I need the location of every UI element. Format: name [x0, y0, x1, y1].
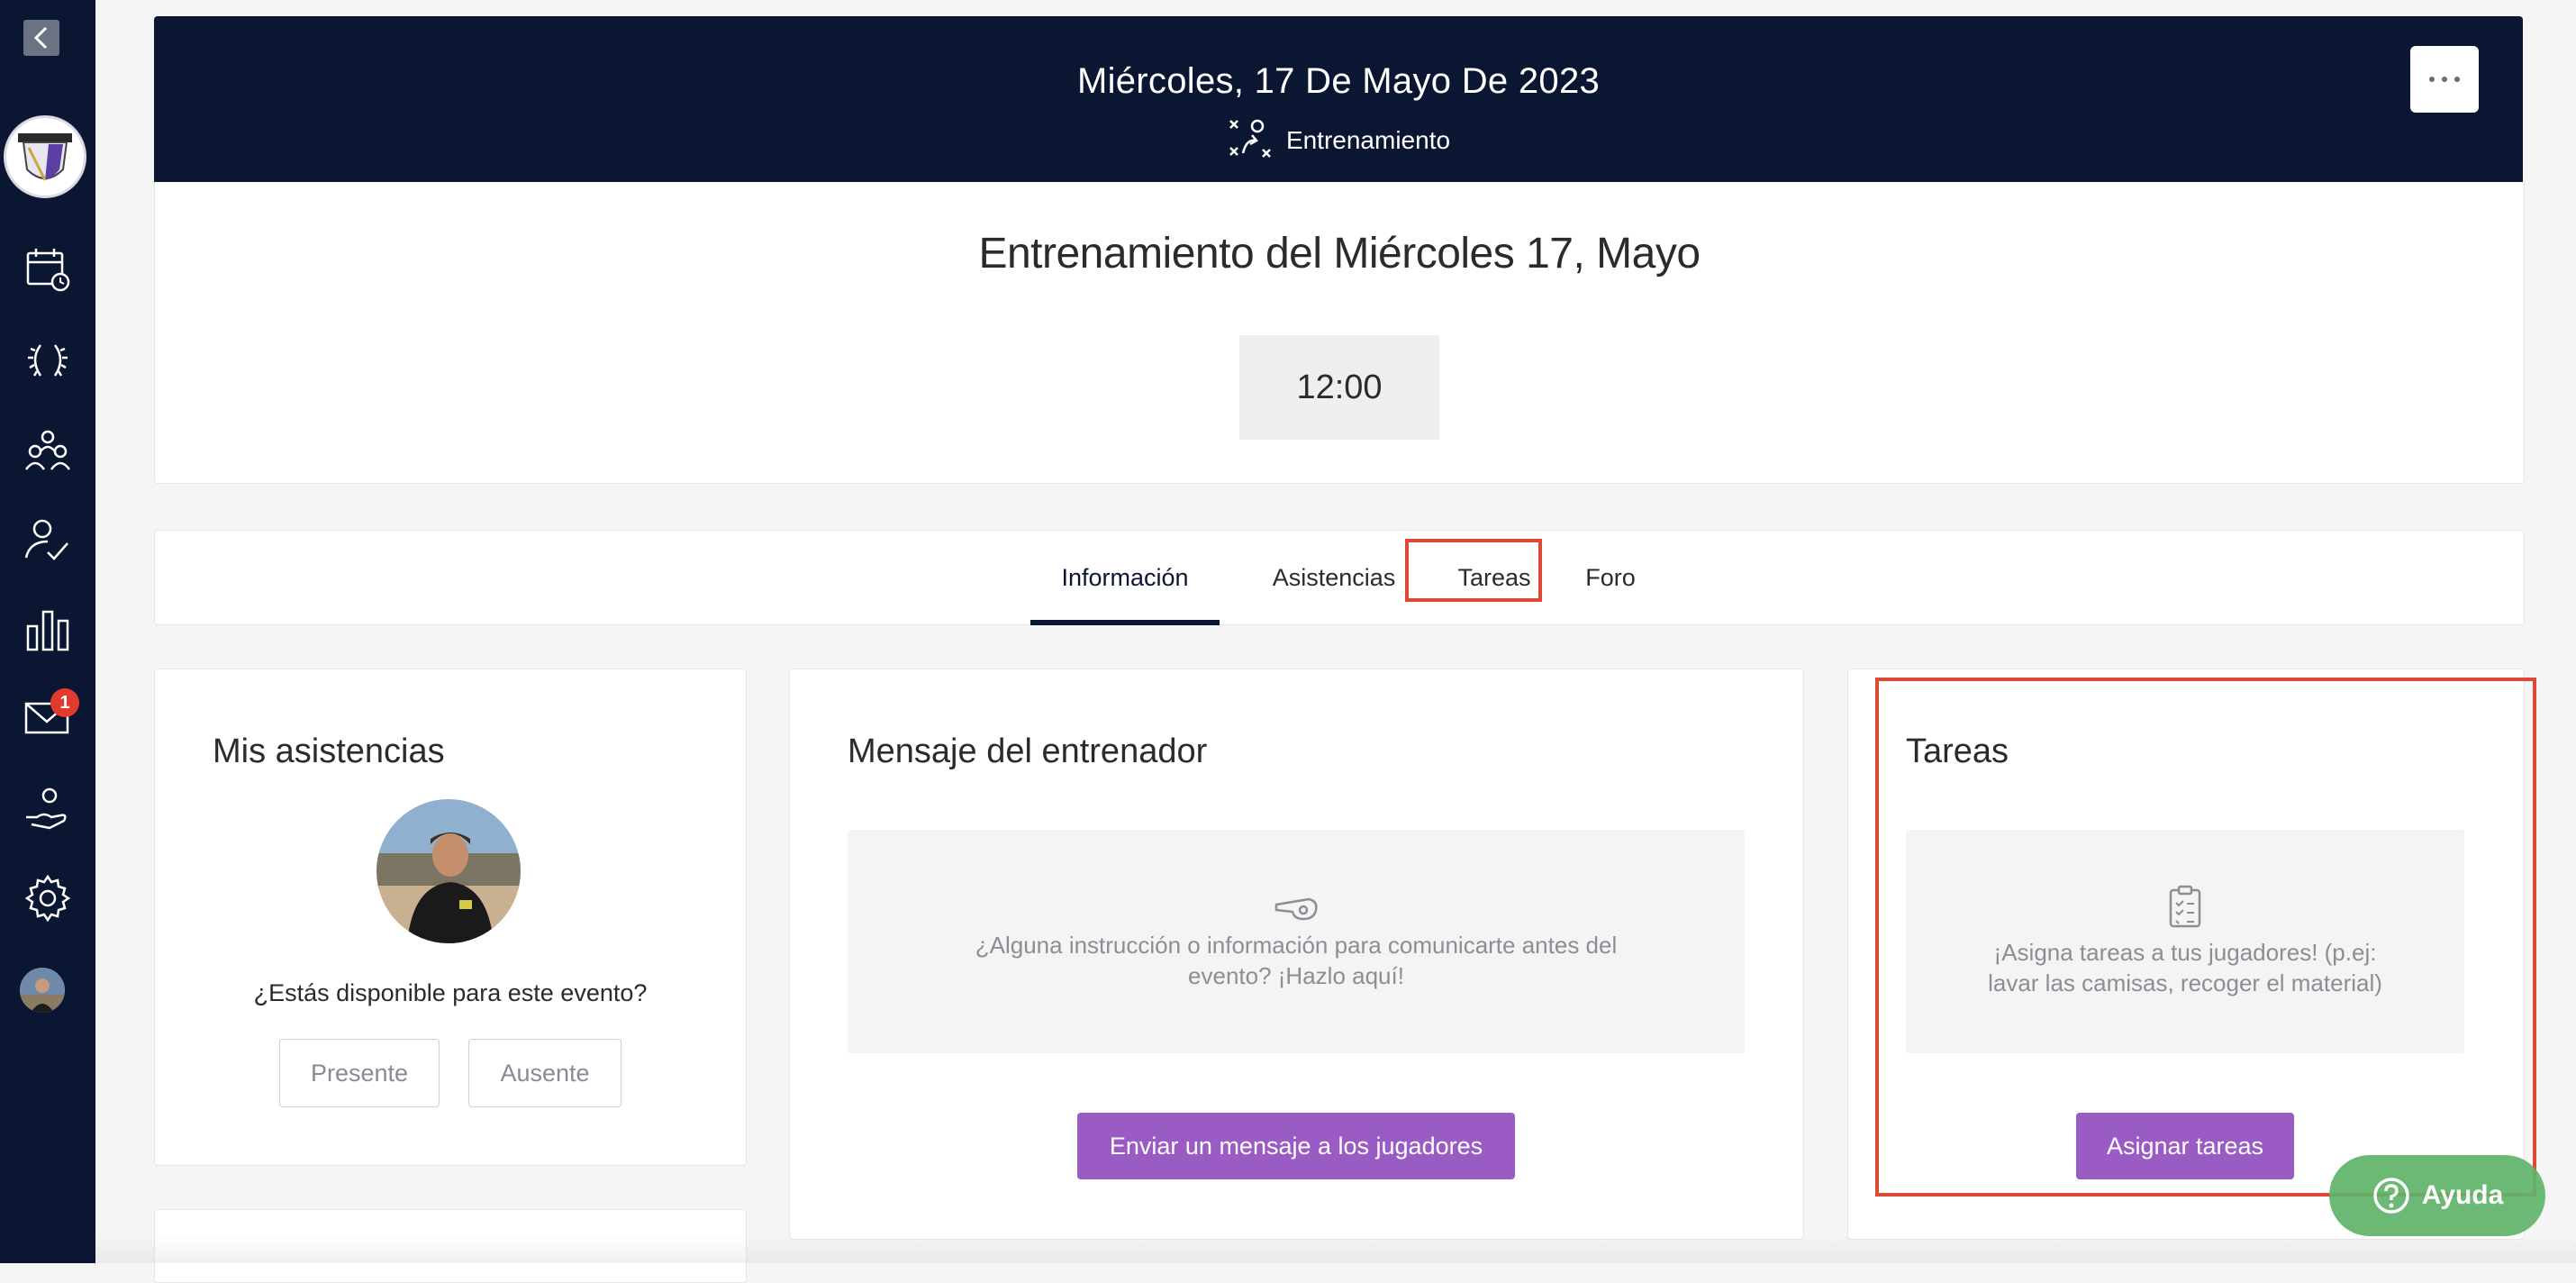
sidebar-item-settings[interactable]	[14, 865, 81, 932]
player-photo	[376, 799, 521, 943]
event-type-label: Entrenamiento	[1285, 126, 1451, 154]
sidebar-item-sponsors[interactable]	[14, 775, 81, 842]
tab-informacion[interactable]: Información	[1030, 531, 1220, 625]
mail-notification-badge: 1	[50, 688, 79, 717]
coach-hint-line-2: evento? ¡Hazlo aquí!	[1188, 962, 1404, 989]
event-type: Entrenamiento	[154, 117, 2523, 164]
more-dots-icon	[2429, 77, 2460, 82]
event-tabs: Información Asistencias Tareas Foro	[154, 530, 2525, 625]
sidebar-item-competitions[interactable]	[14, 326, 81, 393]
player-avatar	[376, 799, 521, 943]
club-crest-icon	[18, 133, 72, 181]
bar-chart-icon	[26, 610, 69, 651]
help-label: Ayuda	[2421, 1180, 2504, 1210]
tasks-hint-line-2: lavar las camisas, recoger el material)	[1988, 969, 2382, 996]
coach-message-hint: ¿Alguna instrucción o información para c…	[848, 830, 1745, 1053]
hand-support-icon	[26, 787, 67, 830]
user-photo	[20, 968, 65, 1013]
sidebar-item-team[interactable]	[14, 416, 81, 483]
calendar-clock-icon	[26, 249, 70, 292]
coach-hint-line-1: ¿Alguna instrucción o información para c…	[975, 932, 1618, 959]
attendance-card: Mis asistencias ¿Estás disponible para e…	[154, 669, 747, 1166]
coach-message-card: Mensaje del entrenador ¿Alguna instrucci…	[789, 669, 1804, 1240]
bottom-fade	[95, 1234, 2576, 1263]
attendance-title: Mis asistencias	[213, 732, 445, 770]
help-button[interactable]: Ayuda	[2329, 1155, 2545, 1236]
user-avatar[interactable]	[20, 968, 65, 1013]
send-message-button[interactable]: Enviar un mensaje a los jugadores	[1077, 1113, 1515, 1179]
whistle-icon	[1274, 897, 1318, 921]
help-question-icon	[2372, 1178, 2409, 1214]
sidebar-item-statistics[interactable]	[14, 596, 81, 663]
tab-foro[interactable]: Foro	[1552, 531, 1669, 624]
absent-button[interactable]: Ausente	[468, 1039, 621, 1107]
event-header: Miércoles, 17 De Mayo De 2023 Entrenamie…	[154, 16, 2523, 182]
sidebar-item-attendance[interactable]	[14, 506, 81, 573]
assign-tasks-button[interactable]: Asignar tareas	[2076, 1113, 2294, 1179]
sidebar-item-calendar[interactable]	[14, 236, 81, 303]
user-check-icon	[24, 519, 68, 560]
availability-question: ¿Estás disponible para este evento?	[253, 979, 648, 1006]
event-summary-card: Entrenamiento del Miércoles 17, Mayo 12:…	[154, 182, 2525, 484]
sidebar: 1	[0, 0, 95, 1263]
clipboard-list-icon	[2169, 885, 2201, 928]
laurel-wreath-icon	[28, 344, 68, 377]
tasks-hint-line-1: ¡Asigna tareas a tus jugadores! (p.ej:	[1993, 939, 2377, 966]
tasks-hint: ¡Asigna tareas a tus jugadores! (p.ej: l…	[1906, 830, 2464, 1053]
present-button[interactable]: Presente	[279, 1039, 440, 1107]
more-options-button[interactable]	[2410, 46, 2479, 113]
tasks-title: Tareas	[1906, 732, 2009, 770]
chevron-left-icon	[33, 26, 48, 50]
event-date: Miércoles, 17 De Mayo De 2023	[1076, 61, 1601, 101]
tab-asistencias[interactable]: Asistencias	[1239, 531, 1429, 624]
gear-icon	[24, 874, 71, 923]
coach-message-title: Mensaje del entrenador	[848, 732, 1208, 770]
team-icon	[24, 430, 71, 470]
club-logo[interactable]	[4, 115, 86, 198]
event-title: Entrenamiento del Miércoles 17, Mayo	[978, 230, 1701, 278]
collapse-sidebar-button[interactable]	[23, 20, 59, 56]
event-time: 12:00	[1239, 335, 1439, 440]
tasks-card: Tareas ¡Asigna tareas a tus jugadores! (…	[1847, 669, 2525, 1240]
tactics-board-icon	[1229, 119, 1271, 158]
